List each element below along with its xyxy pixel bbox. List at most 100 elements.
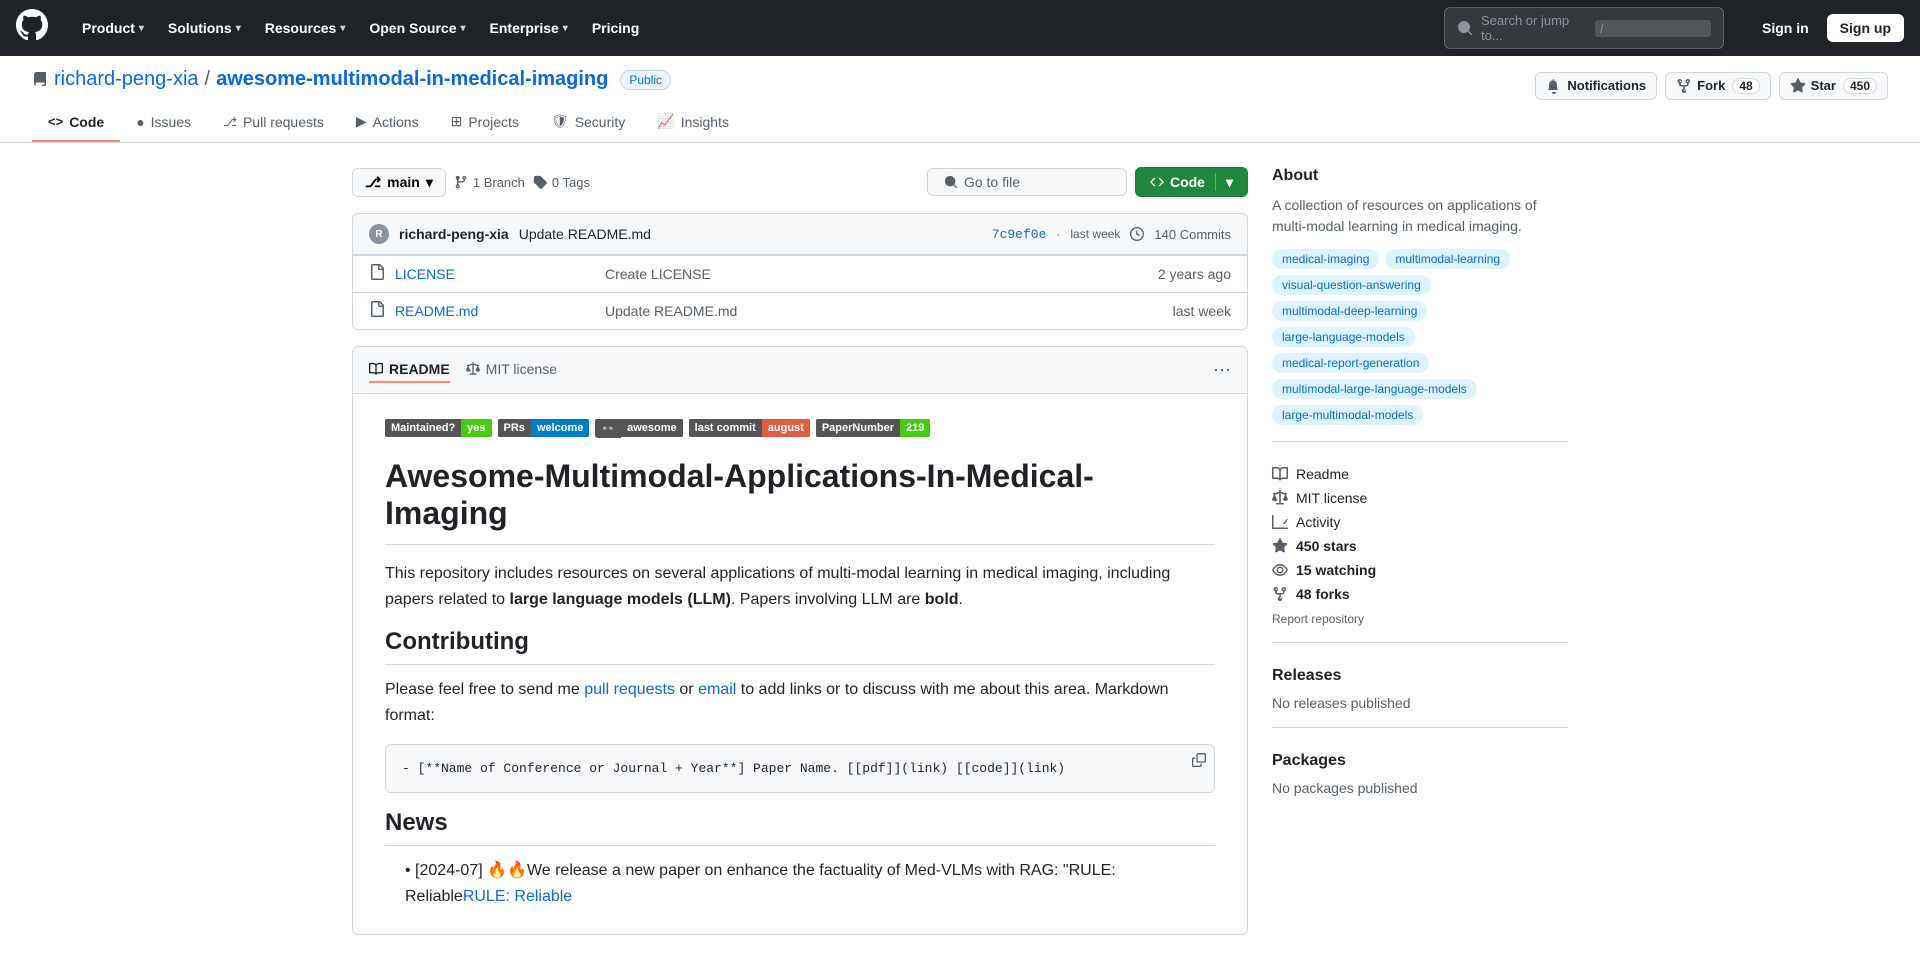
nav-product[interactable]: Product▾ — [72, 12, 154, 44]
readme-header: README MIT license ⋯ — [353, 347, 1247, 394]
commit-bar: R richard-peng-xia Update README.md 7c9e… — [352, 213, 1248, 255]
sidebar-forks-link[interactable]: 48 forks — [1272, 586, 1568, 602]
star-button[interactable]: Star 450 — [1779, 72, 1888, 100]
readme-tab-readme[interactable]: README — [369, 357, 450, 383]
fork-count: 48 — [1732, 78, 1759, 94]
file-row-license: LICENSE Create LICENSE 2 years ago — [353, 255, 1247, 292]
top-nav: Product▾ Solutions▾ Resources▾ Open Sour… — [0, 0, 1920, 56]
topic-medical-report-generation[interactable]: medical-report-generation — [1272, 353, 1429, 373]
repo-path: richard-peng-xia / awesome-multimodal-in… — [32, 68, 671, 91]
nav-enterprise[interactable]: Enterprise▾ — [480, 12, 578, 44]
search-box[interactable]: Search or jump to... / — [1444, 7, 1724, 49]
commit-author[interactable]: richard-peng-xia — [399, 226, 509, 242]
tab-projects[interactable]: ⊞ Projects — [435, 103, 535, 142]
rule-link[interactable]: RULE: Reliable — [463, 888, 572, 905]
commit-avatar: R — [369, 224, 389, 244]
report-repository-link[interactable]: Report repository — [1272, 612, 1364, 626]
badge-last-commit: last commit august — [689, 418, 810, 438]
topic-large-language-models[interactable]: large-language-models — [1272, 327, 1415, 347]
tab-security[interactable]: 🛡 Security — [535, 103, 641, 142]
topic-visual-question-answering[interactable]: visual-question-answering — [1272, 275, 1431, 295]
nav-resources[interactable]: Resources▾ — [255, 12, 356, 44]
notifications-button[interactable]: Notifications — [1535, 72, 1657, 100]
file-name-readme[interactable]: README.md — [395, 303, 595, 319]
tab-code[interactable]: <> Code — [32, 104, 120, 142]
packages-title: Packages — [1272, 752, 1568, 770]
copy-icon[interactable] — [1192, 753, 1206, 772]
repo-owner[interactable]: richard-peng-xia — [54, 68, 199, 91]
readme-intro: This repository includes resources on se… — [385, 561, 1215, 612]
news-heading: News — [385, 809, 1215, 846]
nav-pricing[interactable]: Pricing — [582, 12, 649, 44]
readme-tab-license[interactable]: MIT license — [466, 357, 557, 383]
nav-open-source[interactable]: Open Source▾ — [359, 12, 475, 44]
tab-issues[interactable]: ● Issues — [120, 104, 207, 142]
sidebar-stars-link[interactable]: 450 stars — [1272, 538, 1568, 554]
github-logo[interactable] — [16, 9, 48, 48]
file-commit-license: Create LICENSE — [605, 266, 1148, 282]
file-commit-readme: Update README.md — [605, 303, 1163, 319]
topic-multimodal-learning[interactable]: multimodal-learning — [1385, 249, 1510, 269]
badges-row: Maintained? yes PRs welcome 👓 awesome — [385, 418, 1215, 438]
file-table: LICENSE Create LICENSE 2 years ago READM… — [352, 255, 1248, 330]
go-to-file-button[interactable]: Go to file — [927, 168, 1127, 196]
badge-maintained: Maintained? yes — [385, 418, 492, 438]
topic-large-multimodal-models[interactable]: large-multimodal-models — [1272, 405, 1423, 425]
topic-multimodal-deep-learning[interactable]: multimodal-deep-learning — [1272, 301, 1427, 321]
file-row-readme: README.md Update README.md last week — [353, 292, 1247, 329]
auth-buttons: Sign in Sign up — [1752, 14, 1904, 42]
sidebar-license-link[interactable]: MIT license — [1272, 490, 1568, 506]
about-section: About A collection of resources on appli… — [1272, 167, 1568, 442]
no-packages: No packages published — [1272, 780, 1568, 796]
nav-solutions[interactable]: Solutions▾ — [158, 12, 251, 44]
repo-tabs: <> Code ● Issues ⎇ Pull requests ▶ Actio… — [32, 103, 1888, 142]
branches-link[interactable]: 1 Branch — [454, 175, 525, 190]
tab-insights[interactable]: 📈 Insights — [641, 103, 745, 142]
sidebar-watching-link[interactable]: 15 watching — [1272, 562, 1568, 578]
commit-time: · — [1056, 227, 1060, 241]
sidebar-activity-link[interactable]: Activity — [1272, 514, 1568, 530]
news-list: • [2024-07] 🔥🔥We release a new paper on … — [385, 858, 1215, 909]
repo-name[interactable]: awesome-multimodal-in-medical-imaging — [216, 68, 608, 91]
about-description: A collection of resources on application… — [1272, 195, 1568, 237]
contributing-heading: Contributing — [385, 628, 1215, 665]
pull-requests-link[interactable]: pull requests — [584, 681, 675, 698]
commit-hash[interactable]: 7c9ef0e — [992, 227, 1047, 242]
file-time-license: 2 years ago — [1158, 266, 1231, 282]
search-container: Search or jump to... / — [1444, 7, 1724, 49]
file-name-license[interactable]: LICENSE — [395, 266, 595, 282]
badge-prs: PRs welcome — [498, 418, 590, 438]
search-slash: / — [1595, 20, 1711, 37]
repo-main: ⎇ main ▾ 1 Branch 0 Tags Go t — [352, 167, 1248, 935]
readme-license-section: Readme MIT license Activity 450 stars 15… — [1272, 466, 1568, 643]
commit-message[interactable]: Update README.md — [519, 226, 651, 242]
readme-menu-icon[interactable]: ⋯ — [1213, 360, 1231, 381]
file-controls: ⎇ main ▾ 1 Branch 0 Tags Go t — [352, 167, 1248, 197]
email-link[interactable]: email — [698, 681, 736, 698]
tab-actions[interactable]: ▶ Actions — [340, 103, 435, 142]
star-count: 450 — [1843, 78, 1877, 94]
sidebar-readme-link[interactable]: Readme — [1272, 466, 1568, 482]
repo-sidebar: About A collection of resources on appli… — [1272, 167, 1568, 935]
signin-button[interactable]: Sign in — [1752, 15, 1819, 41]
commit-time-label: last week — [1070, 227, 1120, 241]
no-releases: No releases published — [1272, 695, 1568, 711]
topics-list: medical-imaging multimodal-learning visu… — [1272, 249, 1568, 425]
signup-button[interactable]: Sign up — [1827, 14, 1904, 42]
readme-body: Maintained? yes PRs welcome 👓 awesome — [353, 394, 1247, 934]
branch-selector[interactable]: ⎇ main ▾ — [352, 168, 446, 197]
news-item-1: • [2024-07] 🔥🔥We release a new paper on … — [405, 858, 1215, 909]
ref-badges: 1 Branch 0 Tags — [454, 175, 590, 190]
releases-title: Releases — [1272, 667, 1568, 685]
fork-button[interactable]: Fork 48 — [1665, 72, 1771, 100]
badge-awesome: 👓 awesome — [595, 418, 682, 438]
tags-link[interactable]: 0 Tags — [533, 175, 590, 190]
top-nav-links: Product▾ Solutions▾ Resources▾ Open Sour… — [72, 12, 649, 44]
code-button[interactable]: Code ▾ — [1135, 167, 1248, 197]
topic-multimodal-large-language-models[interactable]: multimodal-large-language-models — [1272, 379, 1477, 399]
tab-pull-requests[interactable]: ⎇ Pull requests — [207, 104, 340, 142]
topic-medical-imaging[interactable]: medical-imaging — [1272, 249, 1379, 269]
about-title: About — [1272, 167, 1568, 185]
commits-link[interactable]: 140 Commits — [1154, 227, 1231, 242]
file-icon-license — [369, 264, 385, 284]
